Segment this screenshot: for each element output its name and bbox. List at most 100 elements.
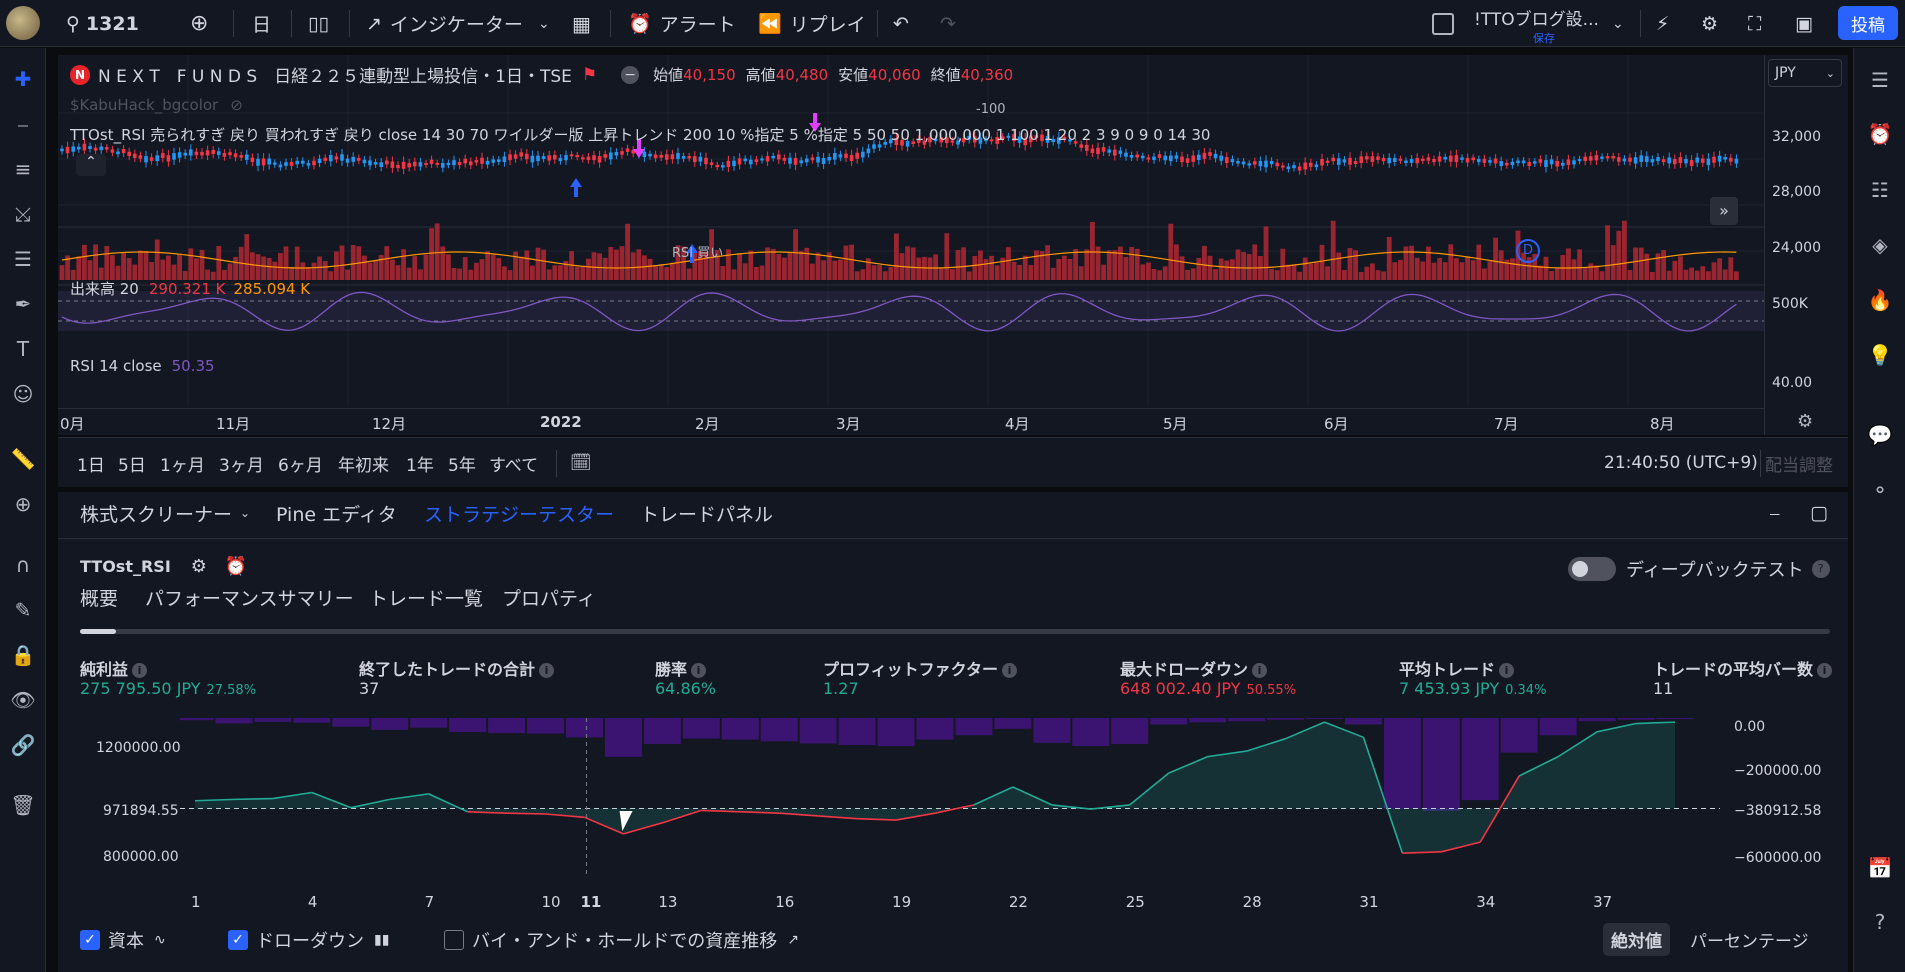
subtab-trade-list[interactable]: トレード一覧 <box>369 584 483 611</box>
date-range-icon[interactable]: 🗓 <box>570 438 592 488</box>
range-5d[interactable]: 5日 <box>118 438 146 488</box>
legend-equity[interactable]: ✓ 資本 ∿ <box>80 927 166 953</box>
trend-line-icon[interactable]: ⎯ <box>8 109 38 139</box>
layout-selector[interactable]: !TTOブログ設... 保存 <box>1474 5 1614 45</box>
fib-icon[interactable]: ☰ <box>8 244 38 274</box>
scroll-right-icon[interactable]: » <box>1710 197 1738 225</box>
object-tree-icon[interactable]: ☷ <box>1864 174 1896 206</box>
checkbox-checked[interactable]: ✓ <box>80 930 100 950</box>
ruler-icon[interactable]: 📏 <box>8 444 38 474</box>
publish-button[interactable]: 投稿 <box>1838 6 1898 40</box>
link-icon[interactable]: 🔗 <box>8 730 38 760</box>
lock-icon[interactable]: 🔒 <box>8 640 38 670</box>
subtab-properties[interactable]: プロパティ <box>502 584 596 611</box>
fullscreen-icon[interactable]: ⛶ <box>1748 0 1761 47</box>
main-chart[interactable] <box>58 55 1848 435</box>
undo-icon[interactable]: ↶ <box>893 0 909 47</box>
info-icon[interactable]: i <box>132 663 148 678</box>
symbol-search[interactable]: ⚲ 1321 <box>66 0 139 47</box>
crosshair-icon[interactable]: ✚ <box>8 64 38 94</box>
info-icon[interactable]: i <box>1002 663 1018 678</box>
subtab-scrollbar[interactable] <box>80 629 1830 634</box>
range-3m[interactable]: 3ヶ月 <box>219 438 264 488</box>
legend-buy-hold[interactable]: バイ・アンド・ホールドでの資産推移 ↗ <box>444 927 799 953</box>
range-6m[interactable]: 6ヶ月 <box>278 438 323 488</box>
chat-icon[interactable]: 💬 <box>1864 419 1896 451</box>
chevron-down-icon[interactable]: ⌄ <box>1612 0 1624 47</box>
bgcolor-indicator-legend[interactable]: $KabuHack_bgcolor ⊘ <box>70 96 243 114</box>
flag-icon[interactable]: ⚑ <box>582 65 597 85</box>
subtab-overview[interactable]: 概要 <box>80 584 118 611</box>
tab-stock-screener[interactable]: 株式スクリーナー ⌄ <box>80 492 250 534</box>
info-icon[interactable]: i <box>1499 663 1515 678</box>
quick-search-icon[interactable]: ⚡ <box>1656 0 1669 47</box>
idea-icon[interactable]: ⚬ <box>1864 474 1896 506</box>
replay-button[interactable]: ⏪ リプレイ <box>758 0 866 47</box>
text-icon[interactable]: T <box>8 334 38 364</box>
alert-button[interactable]: ⏰ アラート <box>628 0 736 47</box>
zoom-icon[interactable]: ⊕ <box>8 489 38 519</box>
marker-d[interactable]: D <box>1516 239 1540 263</box>
range-1m[interactable]: 1ヶ月 <box>160 438 205 488</box>
currency-selector[interactable]: JPY ⌄ <box>1768 59 1842 87</box>
rsi-legend[interactable]: RSI 14 close 50.35 <box>70 357 215 375</box>
checkbox-icon[interactable] <box>1432 0 1454 47</box>
stay-drawing-icon[interactable]: ✎ <box>8 595 38 625</box>
range-1d[interactable]: 1日 <box>77 438 105 488</box>
candles-icon[interactable]: ▯▯ <box>308 0 329 47</box>
strategy-name[interactable]: TTOst_RSI <box>80 557 171 576</box>
toggle-switch[interactable] <box>1568 557 1616 581</box>
brush-icon[interactable]: ✒ <box>8 289 38 319</box>
pattern-icon[interactable]: ⤩ <box>8 199 38 229</box>
horizontal-lines-icon[interactable]: ≡ <box>8 154 38 184</box>
compare-plus-icon[interactable]: ⊕ <box>190 0 208 47</box>
interval-button[interactable]: 日 <box>252 0 271 47</box>
settings-gear-icon[interactable]: ⚙ <box>191 556 207 577</box>
emoji-icon[interactable]: ☺ <box>8 379 38 409</box>
mode-percent-button[interactable]: パーセンテージ <box>1690 927 1809 952</box>
collapse-icon[interactable]: − <box>621 65 640 84</box>
dividend-adjust-button[interactable]: 配当調整 <box>1765 438 1833 488</box>
eye-icon[interactable]: 👁 <box>8 685 38 715</box>
ideas-bulb-icon[interactable]: 💡 <box>1864 339 1896 371</box>
info-icon[interactable]: i <box>539 663 555 678</box>
tab-strategy-tester[interactable]: ストラテジーテスター <box>424 492 614 534</box>
hotlist-fire-icon[interactable]: 🔥 <box>1864 284 1896 316</box>
clock-readout[interactable]: 21:40:50 (UTC+9) <box>1604 438 1758 488</box>
checkbox-unchecked[interactable] <box>444 930 464 950</box>
range-1y[interactable]: 1年 <box>406 438 434 488</box>
legend-drawdown[interactable]: ✓ ドローダウン ▮▮ <box>228 927 389 953</box>
time-axis[interactable]: 0月 11月 12月 2022 2月 3月 4月 5月 6月 7月 8月 <box>58 408 1764 434</box>
info-icon[interactable]: i <box>1252 663 1268 678</box>
help-icon[interactable]: ? <box>1864 906 1896 938</box>
tab-pine-editor[interactable]: Pine エディタ <box>276 492 397 534</box>
checkbox-checked[interactable]: ✓ <box>228 930 248 950</box>
strategy-legend[interactable]: TTOst_RSI 売られすぎ 戻り 買われすぎ 戻り close 14 30 … <box>70 124 1210 145</box>
alerts-clock-icon[interactable]: ⏰ <box>1864 118 1896 150</box>
maximize-icon[interactable]: ▢ <box>1810 492 1828 534</box>
collapse-legend-icon[interactable]: ⌃ <box>76 154 106 176</box>
range-all[interactable]: すべて <box>489 438 538 488</box>
eye-off-icon[interactable]: ⊘ <box>230 96 243 114</box>
volume-legend[interactable]: 出来高 20 290.321 K 285.094 K <box>70 278 310 299</box>
indicators-button[interactable]: ↗ インジケーター <box>366 0 523 47</box>
help-icon[interactable]: ? <box>1811 560 1830 578</box>
templates-grid-icon[interactable]: ▦ <box>572 0 591 47</box>
subtab-performance-summary[interactable]: パフォーマンスサマリー <box>145 584 354 611</box>
minimize-icon[interactable]: ⎯ <box>1770 492 1780 534</box>
tab-trading-panel[interactable]: トレードパネル <box>640 492 773 534</box>
settings-gear-icon[interactable]: ⚙ <box>1701 0 1718 47</box>
price-chart-canvas[interactable] <box>58 55 1764 435</box>
calendar-icon[interactable]: 📅 <box>1864 852 1896 884</box>
mode-absolute-button[interactable]: 絶対値 <box>1603 923 1670 956</box>
symbol-legend[interactable]: N N E X T F U N D S 日経２２５連動型上場投信・1日・TSE … <box>70 62 1013 87</box>
layers-icon[interactable]: ◈ <box>1864 229 1896 261</box>
redo-icon[interactable]: ↷ <box>940 0 956 47</box>
deep-backtest-toggle[interactable]: ディープバックテスト ? <box>1568 556 1830 582</box>
settings-gear-icon[interactable]: ⚙ <box>1797 411 1813 432</box>
equity-chart[interactable] <box>180 718 1740 898</box>
watchlist-icon[interactable]: ☰ <box>1864 64 1896 96</box>
info-icon[interactable]: i <box>1817 663 1833 678</box>
chevron-down-icon[interactable]: ⌄ <box>538 0 550 47</box>
avatar[interactable] <box>6 6 40 40</box>
